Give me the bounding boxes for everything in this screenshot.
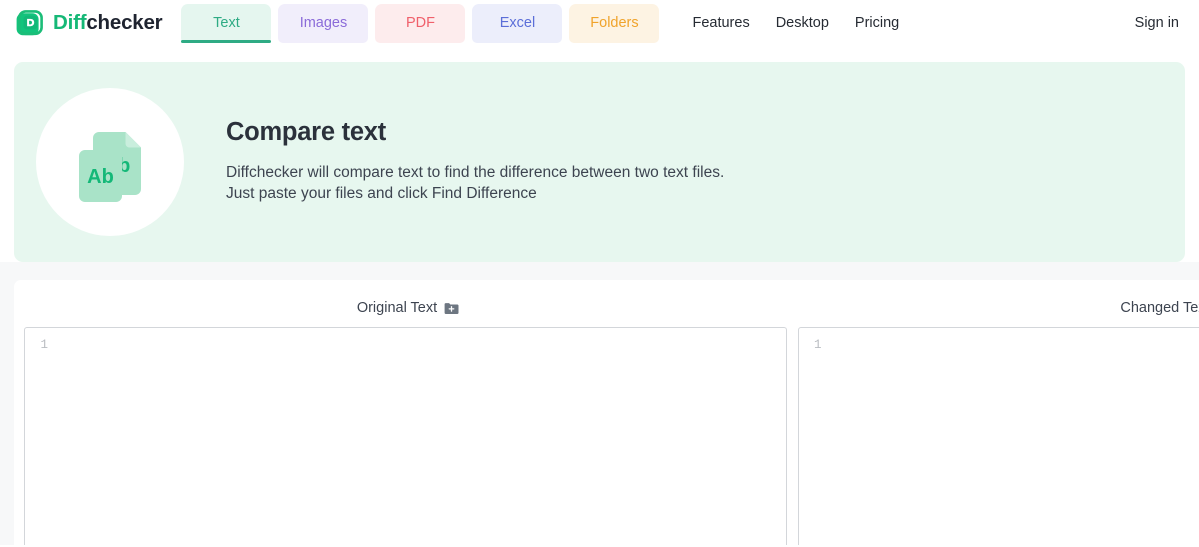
original-text-header: Original Text — [24, 280, 792, 327]
changed-text-input[interactable] — [830, 328, 1199, 545]
changed-text-header: Changed Text — [792, 280, 1199, 327]
header-right-actions: Sign in — [1135, 16, 1179, 31]
tab-pdf[interactable]: PDF — [375, 4, 466, 43]
file-add-icon[interactable] — [444, 301, 459, 316]
changed-text-pane[interactable]: 1 — [797, 327, 1199, 545]
line-number: 1 — [813, 338, 822, 352]
tab-text[interactable]: Text — [181, 4, 272, 43]
nav-link-features[interactable]: Features — [692, 16, 749, 31]
editor-panes: 1 1 — [24, 327, 1199, 545]
original-gutter: 1 — [25, 328, 56, 545]
hero-text-block: Compare text Diffchecker will compare te… — [226, 118, 724, 205]
tab-text-label: Text — [213, 15, 240, 32]
original-text-label: Original Text — [356, 300, 438, 317]
tab-excel[interactable]: Excel — [472, 4, 563, 43]
tab-excel-label: Excel — [499, 15, 536, 32]
line-number: 1 — [40, 338, 48, 352]
tab-pdf-label: PDF — [405, 15, 435, 32]
hero-banner: Ab Ab Compare text Diffchecker will comp… — [14, 62, 1185, 262]
brand-name-prefix: Diff — [53, 11, 87, 35]
pane-headers: Original Text Changed Text — [24, 280, 1199, 327]
brand-name-suffix: checker — [86, 11, 163, 35]
compare-body: Original Text Changed Text — [0, 262, 1199, 545]
brand-logo-link[interactable]: Diffchecker — [14, 9, 163, 39]
compare-card: Original Text Changed Text — [14, 280, 1199, 545]
nav-link-pricing[interactable]: Pricing — [855, 16, 899, 31]
tab-images[interactable]: Images — [278, 4, 369, 43]
primary-nav: Features Desktop Pricing — [692, 16, 899, 31]
tab-folders-label: Folders — [590, 15, 639, 32]
hero-subtitle-line-1: Diffchecker will compare text to find th… — [226, 163, 725, 181]
sign-in-link[interactable]: Sign in — [1135, 16, 1179, 31]
diffchecker-d-logo-icon — [14, 9, 44, 39]
hero-subtitle-line-2: Just paste your files and click Find Dif… — [226, 184, 537, 202]
changed-gutter: 1 — [799, 328, 830, 545]
hero-icon-badge: Ab Ab — [36, 88, 184, 236]
site-header: Diffchecker Text Images PDF Excel Folder… — [0, 0, 1199, 47]
tab-images-label: Images — [299, 15, 348, 32]
page-title: Compare text — [226, 118, 386, 147]
hero-subtitle: Diffchecker will compare text to find th… — [226, 162, 724, 204]
changed-text-label: Changed Text — [1120, 300, 1199, 317]
nav-link-desktop[interactable]: Desktop — [776, 16, 829, 31]
svg-text:Ab: Ab — [87, 166, 114, 188]
brand-name: Diffchecker — [53, 11, 163, 35]
original-text-pane[interactable]: 1 — [24, 327, 787, 545]
original-text-input[interactable] — [56, 328, 786, 545]
hero-section-wrapper: Ab Ab Compare text Diffchecker will comp… — [0, 47, 1199, 262]
tab-folders[interactable]: Folders — [569, 4, 660, 43]
two-documents-ab-icon: Ab Ab — [58, 110, 162, 214]
compare-type-tabs: Text Images PDF Excel Folders — [181, 4, 660, 43]
